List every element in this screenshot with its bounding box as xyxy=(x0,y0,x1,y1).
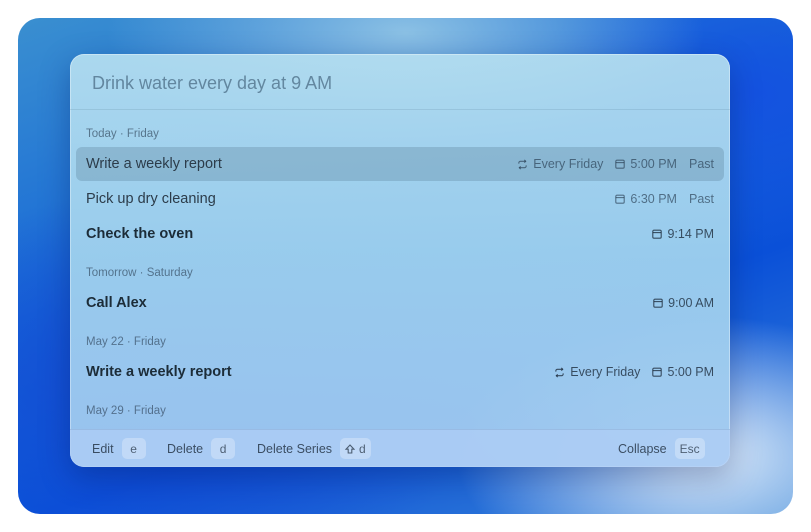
delete-action-label: Delete xyxy=(167,441,204,456)
calendar-icon xyxy=(653,298,663,308)
repeat-icon xyxy=(518,159,527,169)
reminder-time: 5:00 PM xyxy=(630,157,677,171)
action-bar: Edit e Delete d Delete Series d Collapse… xyxy=(70,429,730,467)
reminder-title: Pick up dry cleaning xyxy=(86,191,216,207)
reminder-recurrence: Every Friday xyxy=(570,365,641,379)
reminder-time: 9:00 AM xyxy=(668,296,714,310)
delete-series-action[interactable]: Delete Series d xyxy=(257,438,371,459)
search-input[interactable] xyxy=(90,68,694,98)
reminder-status: Past xyxy=(688,157,714,171)
section-label-tomorrow: Tomorrow · Saturday xyxy=(86,267,193,279)
reminder-time: 5:00 PM xyxy=(667,365,714,379)
reminder-row[interactable]: Write a weekly report Every Friday 5:00 … xyxy=(76,147,724,181)
calendar-icon xyxy=(615,159,626,169)
delete-action[interactable]: Delete d xyxy=(167,438,236,459)
collapse-action-label: Collapse xyxy=(618,441,667,456)
edit-action-label: Edit xyxy=(92,441,114,456)
reminder-row[interactable]: Write a weekly report Every Friday 5:00 … xyxy=(76,355,724,389)
search-bar xyxy=(70,54,730,110)
reminder-title: Check the oven xyxy=(86,226,194,242)
calendar-icon xyxy=(615,194,626,204)
reminder-meta: 9:00 AM xyxy=(653,296,714,310)
reminder-title: Write a weekly report xyxy=(86,156,222,172)
reminder-recurrence: Every Friday xyxy=(533,157,604,171)
edit-action[interactable]: Edit e xyxy=(92,438,146,459)
reminder-title: Call Alex xyxy=(86,295,147,311)
reminder-meta: 9:14 PM xyxy=(652,227,714,241)
reminder-time: 9:14 PM xyxy=(667,227,714,241)
shift-icon xyxy=(345,443,356,454)
reminder-time: 6:30 PM xyxy=(630,192,677,206)
collapse-shortcut-key: Esc xyxy=(674,438,705,459)
delete-series-shortcut-key: d xyxy=(340,438,371,459)
reminder-row[interactable]: Pick up dry cleaning 6:30 PM Past xyxy=(76,182,724,216)
reminder-title: Write a weekly report xyxy=(86,364,232,380)
section-label-may-22: May 22 · Friday xyxy=(86,336,166,348)
reminders-panel: Today · Friday Write a weekly report Eve… xyxy=(70,54,730,467)
reminder-status: Past xyxy=(688,192,714,206)
reminder-meta: Every Friday 5:00 PM xyxy=(554,365,714,379)
delete-series-action-label: Delete Series xyxy=(257,441,333,456)
edit-shortcut-key: e xyxy=(121,438,146,459)
reminder-row[interactable]: Call Alex 9:00 AM xyxy=(76,286,724,320)
reminder-meta: 6:30 PM Past xyxy=(615,192,714,206)
repeat-icon xyxy=(555,367,564,377)
calendar-icon xyxy=(652,229,663,239)
reminder-meta: Every Friday 5:00 PM Past xyxy=(517,157,714,171)
delete-shortcut-key: d xyxy=(211,438,236,459)
collapse-action[interactable]: Collapse Esc xyxy=(618,438,705,459)
calendar-icon xyxy=(652,367,663,377)
reminder-row[interactable]: Check the oven 9:14 PM xyxy=(76,217,724,251)
section-label-today: Today · Friday xyxy=(86,128,159,140)
section-label-may-29: May 29 · Friday xyxy=(86,405,166,417)
delete-series-key-letter: d xyxy=(359,441,366,456)
